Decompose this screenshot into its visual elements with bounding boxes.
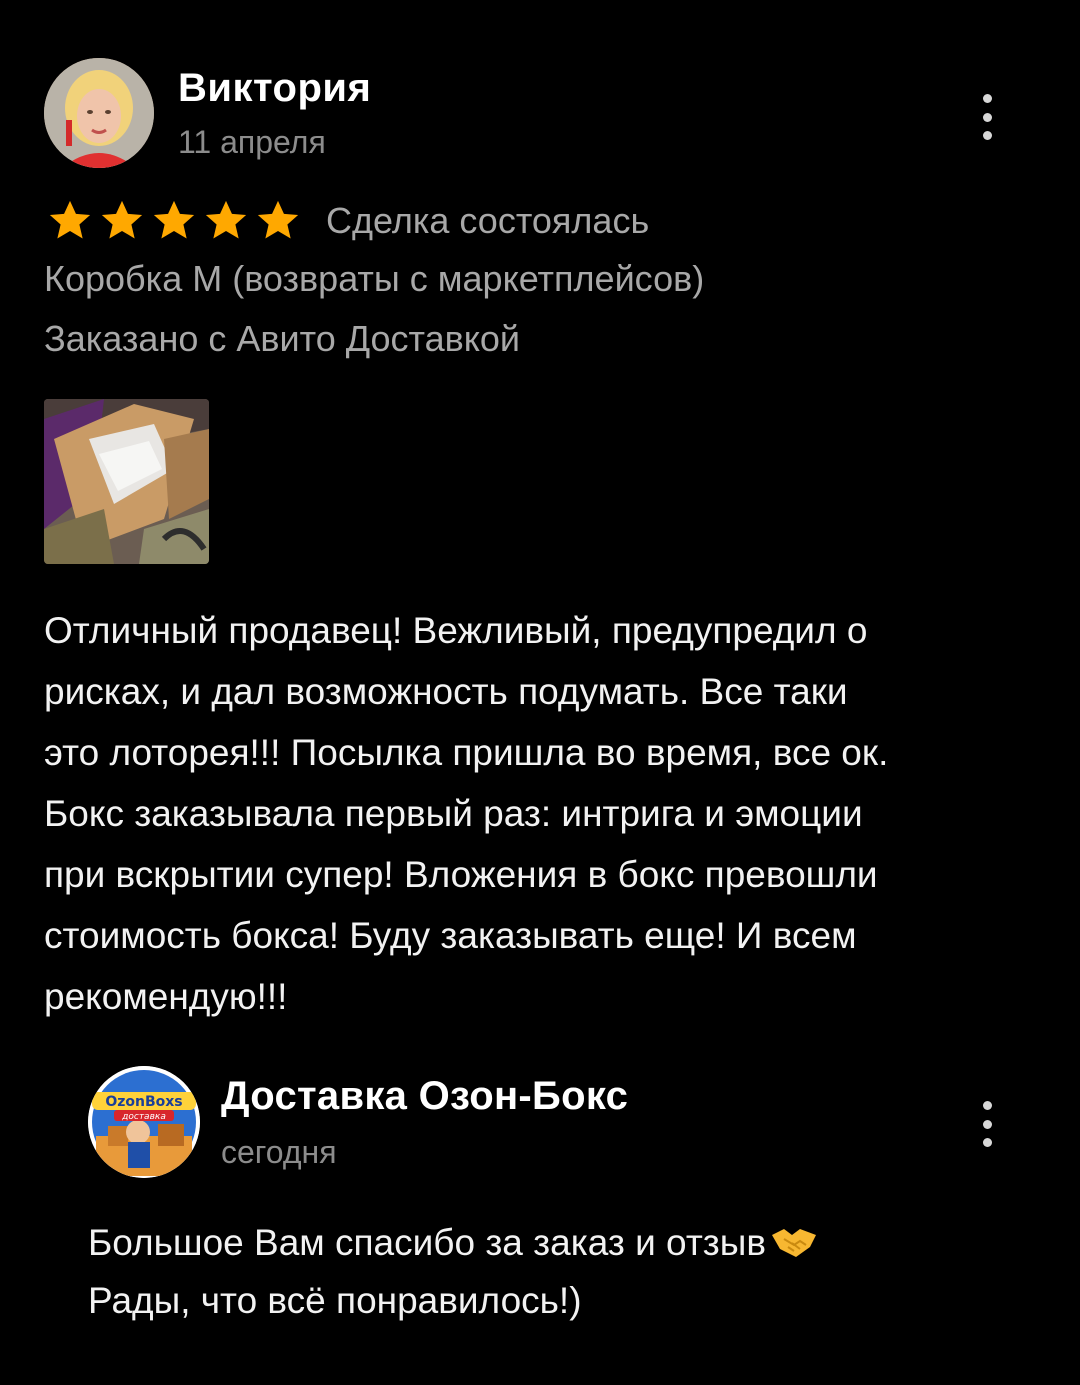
review-text-line: Бокс заказывала первый раз: интрига и эм… xyxy=(44,793,863,834)
review-date: 11 апреля xyxy=(178,124,326,160)
review-text-line: это лоторея!!! Посылка пришла во время, … xyxy=(44,732,889,773)
review-text-line: при вскрытии супер! Вложения в бокс прев… xyxy=(44,854,878,895)
reply-text-line-2: Рады, что всё понравилось!) xyxy=(88,1280,582,1321)
review-text-line: Отличный продавец! Вежливый, предупредил… xyxy=(44,610,868,651)
star-icon xyxy=(49,200,91,239)
reply-text: Большое Вам спасибо за заказ и отзыв Рад… xyxy=(88,1214,1038,1330)
star-rating xyxy=(44,198,304,244)
review-text: Отличный продавец! Вежливый, предупредил… xyxy=(44,600,1034,1027)
reply-more-options-icon[interactable] xyxy=(975,1101,999,1147)
delivery-note: Заказано с Авито Доставкой xyxy=(44,318,521,359)
handshake-icon xyxy=(771,1229,816,1257)
reply-text-line: Большое Вам спасибо за заказ и отзыв xyxy=(88,1214,1038,1272)
deal-status: Сделка состоялась xyxy=(326,200,650,241)
review-photo[interactable] xyxy=(44,399,209,564)
star-icon xyxy=(101,200,143,239)
star-icon xyxy=(153,200,195,239)
svg-text:доставка: доставка xyxy=(121,1112,166,1122)
star-icon xyxy=(205,200,247,239)
reply-date: сегодня xyxy=(221,1134,337,1170)
review-text-line: рекомендую!!! xyxy=(44,976,288,1017)
reply-text-line-1: Большое Вам спасибо за заказ и отзыв xyxy=(88,1222,766,1263)
seller-logo[interactable]: OzonBoxs доставка xyxy=(88,1066,200,1178)
review-text-line: рисках, и дал возможность подумать. Все … xyxy=(44,671,848,712)
review-more-options-icon[interactable] xyxy=(975,94,999,140)
reviewer-name[interactable]: Виктория xyxy=(178,66,371,111)
review-text-line: стоимость бокса! Буду заказывать еще! И … xyxy=(44,915,857,956)
star-icon xyxy=(257,200,299,239)
svg-text:OzonBoxs: OzonBoxs xyxy=(105,1094,182,1110)
reviewer-avatar[interactable] xyxy=(44,58,154,168)
rating-row: Сделка состоялась xyxy=(44,196,649,246)
item-title[interactable]: Коробка М (возвраты с маркетплейсов) xyxy=(44,258,704,300)
seller-name[interactable]: Доставка Озон-Бокс xyxy=(221,1074,628,1119)
